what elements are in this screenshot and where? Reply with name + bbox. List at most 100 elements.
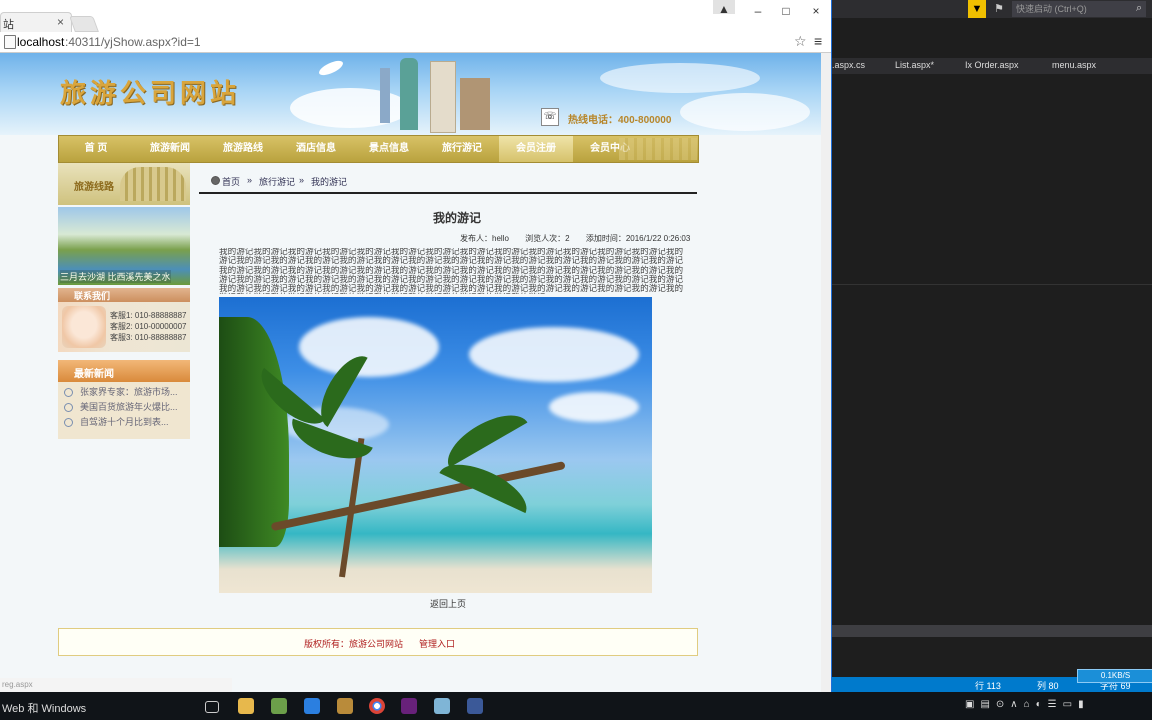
close-window-button[interactable]: × bbox=[802, 2, 830, 20]
contact-line: 客服2: 010-00000007 bbox=[110, 322, 187, 331]
site-footer: 版权所有：旅游公司网站 管理入口 bbox=[58, 628, 698, 656]
browser-window: 站 × ▲ – □ × localhost :40311/yjShow.aspx… bbox=[0, 0, 832, 692]
search-icon[interactable]: ⌕ bbox=[1136, 2, 1142, 15]
lake-photo[interactable]: 三月去沙湖 比西溪先美之水 bbox=[58, 207, 190, 285]
contact-title: 联系我们 bbox=[74, 291, 111, 301]
feedback-icon[interactable]: ⚑ bbox=[994, 2, 1004, 15]
tab-strip: 站 × ▲ – □ × bbox=[0, 0, 831, 33]
nav-member-register[interactable]: 会员注册 bbox=[499, 136, 573, 162]
vs-tab[interactable]: menu.aspx bbox=[1052, 60, 1096, 70]
page-scrollbar[interactable] bbox=[821, 53, 831, 692]
news-item[interactable]: 自驾游十个月比到表... bbox=[64, 415, 184, 428]
admin-entry-link[interactable]: 管理入口 bbox=[419, 637, 455, 650]
phone-icon: ☏ bbox=[541, 108, 559, 126]
news-list: 张家界专家：旅游市场... 美国百货旅游年火爆比... 自驾游十个月比到表... bbox=[58, 382, 190, 439]
vs-document-tabs: .aspx.cs List.aspx* Ix Order.aspx menu.a… bbox=[832, 58, 1152, 74]
article-body: 我的游记我的游记我的游记我的游记我的游记我的游记我的游记我的游记我的游记我的游记… bbox=[219, 248, 684, 294]
article-views: 浏览人次：2 bbox=[525, 234, 570, 243]
tower-icon bbox=[380, 68, 390, 123]
seagull-icon bbox=[317, 57, 345, 79]
bullet-icon bbox=[64, 403, 73, 413]
tab-title: 站 bbox=[3, 19, 14, 31]
support-agent-image bbox=[62, 306, 106, 348]
leaning-tower-icon bbox=[430, 61, 456, 133]
bullet-icon bbox=[64, 388, 73, 398]
system-tray[interactable]: ▣▤⊙∧⌂◐☰▭▮ bbox=[965, 699, 1090, 710]
user-profile-icon[interactable]: ▲ bbox=[713, 0, 735, 16]
vs-tab[interactable]: List.aspx* bbox=[895, 60, 934, 70]
chrome-icon[interactable] bbox=[369, 698, 385, 714]
store-icon[interactable] bbox=[304, 698, 320, 714]
nav-travel-routes[interactable]: 旅游路线 bbox=[206, 136, 280, 162]
network-speed-badge: 0.1KB/S bbox=[1077, 669, 1152, 683]
route-promo-label: 旅游线路 bbox=[74, 182, 114, 193]
home-icon bbox=[211, 176, 220, 185]
news-item-label: 自驾游十个月比到表... bbox=[80, 417, 169, 427]
minimize-button[interactable]: – bbox=[744, 2, 772, 20]
colosseum-icon bbox=[120, 167, 186, 201]
site-banner: 旅游公司网站 ☏ 热线电话：400-800000 bbox=[0, 53, 821, 135]
article-meta: 发布人：hello 浏览人次：2 添加时间：2016/1/22 0:26:03 bbox=[460, 233, 704, 244]
breadcrumb-home[interactable]: 首页 bbox=[222, 175, 240, 188]
news-item-label: 张家界专家：旅游市场... bbox=[80, 387, 178, 397]
url-path: :40311/yjShow.aspx?id=1 bbox=[65, 35, 201, 49]
main-nav: 首 页 旅游新闻 旅游路线 酒店信息 景点信息 旅行游记 会员注册 会员中心 bbox=[58, 135, 699, 163]
breadcrumb-journals[interactable]: 旅行游记 bbox=[259, 175, 295, 188]
status-url: reg.aspx bbox=[0, 678, 232, 692]
nav-hotel-info[interactable]: 酒店信息 bbox=[279, 136, 353, 162]
nav-travel-news[interactable]: 旅游新闻 bbox=[133, 136, 207, 162]
vs-panel-splitter[interactable] bbox=[832, 625, 1152, 637]
breadcrumb-current: 我的游记 bbox=[311, 177, 348, 187]
address-bar[interactable]: localhost :40311/yjShow.aspx?id=1 ☆ ≡ bbox=[0, 32, 831, 53]
app-icon[interactable] bbox=[467, 698, 483, 714]
filter-icon[interactable]: ▼ bbox=[968, 0, 986, 18]
beach-photo bbox=[219, 297, 652, 593]
copyright-text: 版权所有：旅游公司网站 bbox=[304, 639, 404, 649]
vs-toolbar: ▼ ⚑ 快速启动 (Ctrl+Q) ⌕ bbox=[832, 0, 1152, 18]
route-promo[interactable]: 旅游线路 bbox=[58, 163, 190, 205]
search-box-label[interactable]: Web 和 Windows bbox=[2, 700, 86, 716]
tools-icon[interactable] bbox=[337, 698, 353, 714]
news-item[interactable]: 张家界专家：旅游市场... bbox=[64, 385, 184, 398]
nav-attractions[interactable]: 景点信息 bbox=[352, 136, 426, 162]
hotline-text: 热线电话：400-800000 bbox=[568, 115, 672, 126]
article-date: 添加时间：2016/1/22 0:26:03 bbox=[585, 234, 691, 243]
lake-photo-caption: 三月去沙湖 比西溪先美之水 bbox=[60, 270, 171, 283]
article-author: 发布人：hello bbox=[460, 234, 509, 243]
quick-launch-input[interactable]: 快速启动 (Ctrl+Q) bbox=[1012, 1, 1146, 17]
breadcrumb-separator: » bbox=[247, 175, 253, 185]
nav-home[interactable]: 首 页 bbox=[59, 136, 133, 162]
news-item-label: 美国百货旅游年火爆比... bbox=[80, 402, 178, 412]
nav-travel-journals[interactable]: 旅行游记 bbox=[425, 136, 499, 162]
file-explorer-icon[interactable] bbox=[238, 698, 254, 714]
vs-tab[interactable]: Ix Order.aspx bbox=[965, 60, 1019, 70]
tab-close-icon[interactable]: × bbox=[57, 15, 64, 29]
restore-button[interactable]: □ bbox=[772, 2, 800, 20]
contact-line: 客服1: 010-88888887 bbox=[110, 311, 187, 320]
browser-tab[interactable]: 站 × bbox=[0, 12, 72, 33]
bookmark-star-icon[interactable]: ☆ bbox=[794, 33, 807, 50]
article-title: 我的游记 bbox=[432, 211, 481, 225]
statue-of-liberty-icon bbox=[400, 58, 418, 130]
new-tab-button[interactable] bbox=[69, 16, 99, 32]
bullet-icon bbox=[64, 418, 73, 428]
contact-line: 客服3: 010-88888887 bbox=[110, 333, 187, 342]
visual-studio-icon[interactable] bbox=[401, 698, 417, 714]
contact-box: 客服1: 010-88888887 客服2: 010-00000007 客服3:… bbox=[58, 302, 190, 352]
status-line: 行 113 bbox=[975, 681, 1001, 691]
breadcrumb: 首页 » 旅行游记 » 我的游记 bbox=[199, 170, 697, 194]
url-host: localhost bbox=[17, 35, 65, 49]
notepad-icon[interactable] bbox=[434, 698, 450, 714]
news-header: 最新新闻 bbox=[58, 360, 190, 382]
vs-ide-window: ▼ ⚑ 快速启动 (Ctrl+Q) ⌕ .aspx.cs List.aspx* … bbox=[832, 0, 1152, 692]
news-item[interactable]: 美国百货旅游年火爆比... bbox=[64, 400, 184, 413]
clock-tower-icon bbox=[460, 78, 490, 130]
photos-icon[interactable] bbox=[271, 698, 287, 714]
back-link[interactable]: 返回上页 bbox=[430, 597, 466, 610]
contact-header: 联系我们 bbox=[58, 288, 190, 302]
task-view-icon[interactable] bbox=[205, 701, 219, 713]
vs-tab[interactable]: .aspx.cs bbox=[832, 60, 865, 70]
code-editor[interactable] bbox=[832, 74, 1152, 624]
status-column: 列 80 bbox=[1037, 681, 1059, 691]
browser-menu-icon[interactable]: ≡ bbox=[814, 33, 822, 49]
